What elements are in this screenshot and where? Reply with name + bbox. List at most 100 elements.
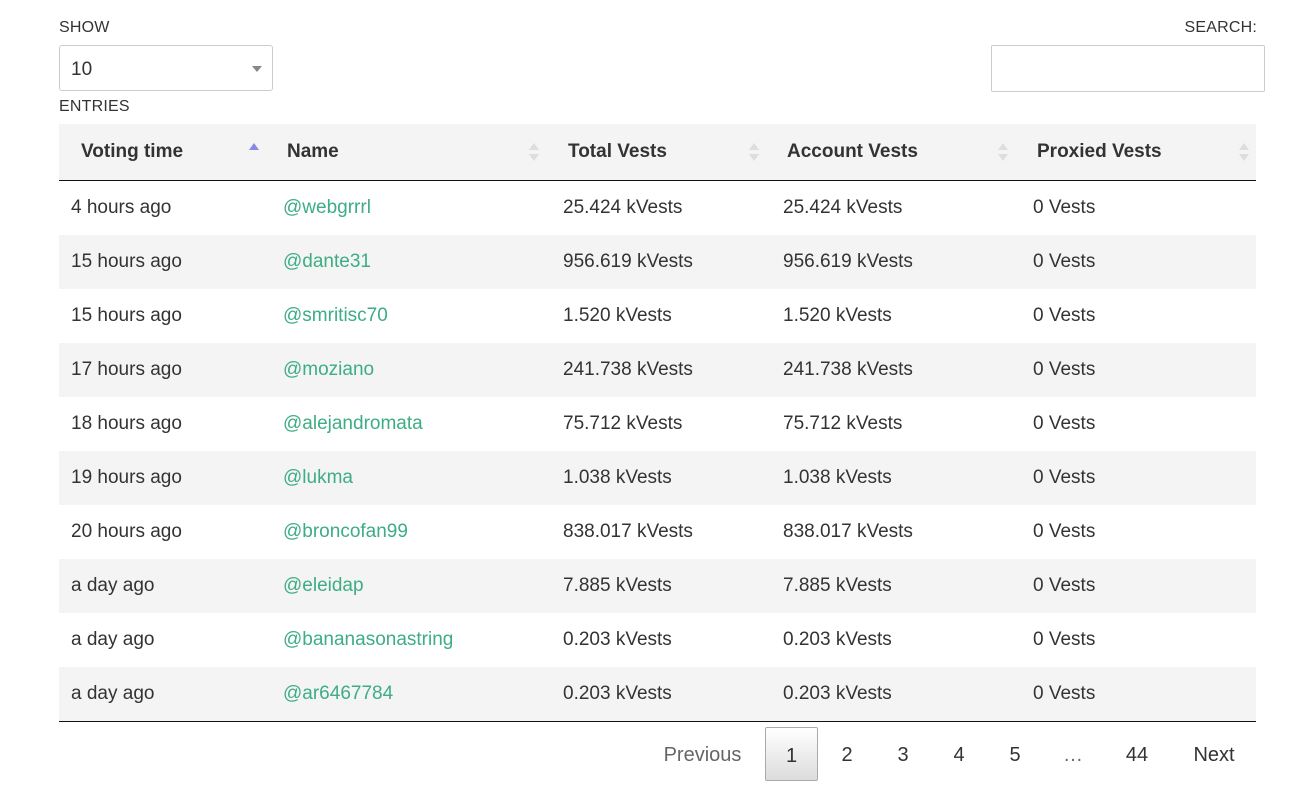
account-vests-cell: 241.738 kVests xyxy=(765,343,1015,397)
column-header-proxied-vests[interactable]: Proxied Vests xyxy=(1015,124,1256,181)
sort-ascending-icon xyxy=(249,143,259,163)
sort-both-icon xyxy=(749,143,759,163)
proxied-vests-cell: 0 Vests xyxy=(1033,575,1096,596)
next-page-button[interactable]: Next xyxy=(1176,727,1252,781)
voter-name-link[interactable]: @ar6467784 xyxy=(283,683,393,704)
voter-name-link[interactable]: @bananasonastring xyxy=(283,629,453,650)
voting-time-cell: 20 hours ago xyxy=(59,505,265,559)
proxied-vests-cell: 0 Vests xyxy=(1033,305,1096,326)
proxied-vests-cell: 0 Vests xyxy=(1015,613,1256,667)
entries-label: ENTRIES xyxy=(59,98,130,115)
total-vests-cell: 1.038 kVests xyxy=(545,451,765,505)
voting-time-cell: a day ago xyxy=(59,667,265,722)
table-header-row: Voting time Name Total Vests Account Ves… xyxy=(59,124,1256,181)
voting-time-cell: 19 hours ago xyxy=(59,451,265,505)
table-row: 18 hours ago @alejandromata 75.712 kVests 7… xyxy=(59,397,1256,451)
account-vests-cell: 25.424 kVests xyxy=(783,197,903,218)
voting-time-cell: a day ago xyxy=(71,629,155,650)
page-button-3[interactable]: 3 xyxy=(879,727,927,781)
voting-time-cell: 18 hours ago xyxy=(71,413,182,434)
voter-name-link[interactable]: @lukma xyxy=(283,467,353,488)
column-header-label: Name xyxy=(287,141,339,162)
proxied-vests-cell: 0 Vests xyxy=(1033,467,1096,488)
voting-time-cell: 19 hours ago xyxy=(71,467,182,488)
column-header-account-vests[interactable]: Account Vests xyxy=(765,124,1015,181)
page-button-44[interactable]: 44 xyxy=(1110,727,1164,781)
column-header-total-vests[interactable]: Total Vests xyxy=(545,124,765,181)
account-vests-cell: 7.885 kVests xyxy=(783,575,892,596)
voting-time-cell: 18 hours ago xyxy=(59,397,265,451)
account-vests-cell: 0.203 kVests xyxy=(765,667,1015,722)
total-vests-cell: 25.424 kVests xyxy=(563,197,683,218)
column-header-label: Account Vests xyxy=(787,141,918,162)
voting-time-cell: 15 hours ago xyxy=(71,305,182,326)
column-header-label: Voting time xyxy=(81,141,184,162)
voter-name-cell: @webgrrrl xyxy=(265,181,545,236)
total-vests-cell: 956.619 kVests xyxy=(545,235,765,289)
total-vests-cell: 838.017 kVests xyxy=(545,505,765,559)
proxied-vests-cell: 0 Vests xyxy=(1015,397,1256,451)
voter-name-link[interactable]: @eleidap xyxy=(283,575,364,596)
column-header-name[interactable]: Name xyxy=(265,124,545,181)
voting-time-cell: 15 hours ago xyxy=(71,251,182,272)
voter-name-link[interactable]: @moziano xyxy=(283,359,374,380)
column-header-label: Total Vests xyxy=(568,141,667,162)
pagination: Previous 1 2 3 4 5 … 44 Next xyxy=(0,727,1297,781)
voting-time-cell: a day ago xyxy=(59,613,265,667)
total-vests-cell: 241.738 kVests xyxy=(545,343,765,397)
total-vests-cell: 241.738 kVests xyxy=(563,359,693,380)
voter-name-link[interactable]: @dante31 xyxy=(283,251,371,272)
proxied-vests-cell: 0 Vests xyxy=(1015,559,1256,613)
entries-per-page-select[interactable]: 10 xyxy=(59,45,273,91)
voter-name-link[interactable]: @webgrrrl xyxy=(283,197,371,218)
voter-name-link[interactable]: @alejandromata xyxy=(283,413,423,434)
voting-time-cell: a day ago xyxy=(59,559,265,613)
page-button-4[interactable]: 4 xyxy=(935,727,983,781)
table-row: a day ago @bananasonastring 0.203 kVests 0.… xyxy=(59,613,1256,667)
proxied-vests-cell: 0 Vests xyxy=(1015,235,1256,289)
voter-name-link[interactable]: @broncofan99 xyxy=(283,521,408,542)
account-vests-cell: 838.017 kVests xyxy=(765,505,1015,559)
total-vests-cell: 1.520 kVests xyxy=(545,289,765,343)
voting-time-cell: 15 hours ago xyxy=(59,235,265,289)
total-vests-cell: 25.424 kVests xyxy=(545,181,765,236)
page-button-1[interactable]: 1 xyxy=(765,727,818,781)
total-vests-cell: 1.520 kVests xyxy=(563,305,672,326)
voting-time-cell: 20 hours ago xyxy=(71,521,182,542)
voting-time-cell: 17 hours ago xyxy=(71,359,182,380)
page-button-5[interactable]: 5 xyxy=(991,727,1039,781)
table-row: 19 hours ago @lukma 1.038 kVests 1.038 kVes… xyxy=(59,451,1256,505)
proxied-vests-cell: 0 Vests xyxy=(1015,289,1256,343)
page-button-2[interactable]: 2 xyxy=(823,727,871,781)
proxied-vests-cell: 0 Vests xyxy=(1033,413,1096,434)
table-row: 4 hours ago @webgrrrl 25.424 kVests 25.424 … xyxy=(59,181,1256,236)
show-label: SHOW xyxy=(59,19,110,36)
total-vests-cell: 75.712 kVests xyxy=(545,397,765,451)
search-label: SEARCH: xyxy=(1184,19,1257,36)
previous-page-button[interactable]: Previous xyxy=(650,727,755,781)
voter-name-cell: @dante31 xyxy=(265,235,545,289)
sort-both-icon xyxy=(529,143,539,163)
account-vests-cell: 956.619 kVests xyxy=(765,235,1015,289)
total-vests-cell: 7.885 kVests xyxy=(563,575,672,596)
proxied-vests-cell: 0 Vests xyxy=(1015,667,1256,722)
total-vests-cell: 838.017 kVests xyxy=(563,521,693,542)
voter-name-link[interactable]: @smritisc70 xyxy=(283,305,388,326)
proxied-vests-cell: 0 Vests xyxy=(1015,343,1256,397)
entries-per-page-value: 10 xyxy=(71,59,93,80)
table-row: 17 hours ago @moziano 241.738 kVests 241.73… xyxy=(59,343,1256,397)
sort-both-icon xyxy=(998,143,1008,163)
account-vests-cell: 0.203 kVests xyxy=(765,613,1015,667)
table-row: 20 hours ago @broncofan99 838.017 kVests 83… xyxy=(59,505,1256,559)
proxied-vests-cell: 0 Vests xyxy=(1033,197,1096,218)
voter-name-cell: @ar6467784 xyxy=(265,667,545,722)
proxied-vests-cell: 0 Vests xyxy=(1015,181,1256,236)
voting-time-cell: a day ago xyxy=(71,683,155,704)
voting-time-cell: 4 hours ago xyxy=(59,181,265,236)
column-header-voting-time[interactable]: Voting time xyxy=(59,124,265,181)
proxied-vests-cell: 0 Vests xyxy=(1033,629,1096,650)
search-input[interactable] xyxy=(991,45,1265,92)
account-vests-cell: 1.038 kVests xyxy=(765,451,1015,505)
account-vests-cell: 75.712 kVests xyxy=(783,413,903,434)
proxied-vests-cell: 0 Vests xyxy=(1033,251,1096,272)
